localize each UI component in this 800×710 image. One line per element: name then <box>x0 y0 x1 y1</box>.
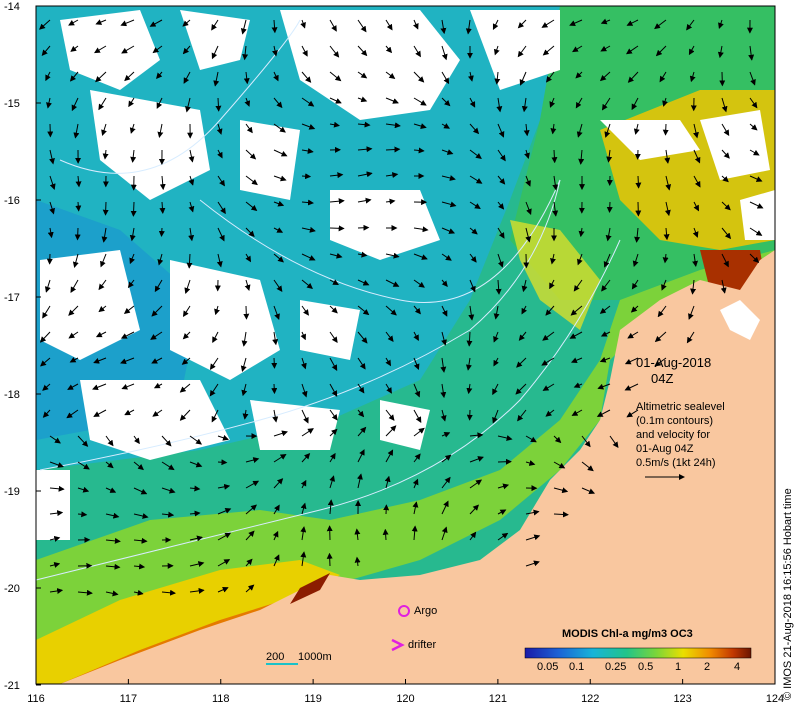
velocity-arrow <box>329 225 345 232</box>
longitude-tick-label: 117 <box>120 693 138 705</box>
velocity-arrow <box>635 175 642 189</box>
colorbar-gradient <box>524 647 752 659</box>
longitude-tick-label: 121 <box>489 693 507 705</box>
velocity-arrow <box>271 383 278 395</box>
latitude-tick-label: -18 <box>4 389 20 401</box>
altimetry-line-1: Altimetric sealevel <box>636 401 725 413</box>
credit-text: © IMOS 21-Aug-2018 16:15:56 Hobart time <box>782 488 794 700</box>
velocity-arrow <box>271 357 278 369</box>
latitude-tick-label: -15 <box>4 98 20 110</box>
colorbar-ticks: 0.05 0.1 0.25 0.5 1 2 4 <box>525 661 751 675</box>
longitude-tick-label: 122 <box>581 693 599 705</box>
longitude-tick-label: 120 <box>396 693 414 705</box>
latitude-ticks: -14 -15 -16 -17 -18 -19 -20 -21 <box>4 1 41 692</box>
velocity-arrow <box>130 201 137 217</box>
argo-label: Argo <box>414 605 438 617</box>
altimetry-line-5: 0.5m/s (1kt 24h) <box>636 457 716 469</box>
velocity-arrow <box>326 552 333 567</box>
longitude-tick-label: 119 <box>304 693 322 705</box>
longitude-tick-label: 123 <box>673 693 691 705</box>
colorbar-tick: 2 <box>704 661 711 673</box>
latitude-tick-label: -14 <box>4 1 20 13</box>
colorbar-tick: 4 <box>734 661 741 673</box>
time-label: 04Z <box>651 371 674 386</box>
velocity-arrow <box>102 201 109 216</box>
velocity-arrow <box>553 511 569 518</box>
velocity-arrow <box>551 149 558 164</box>
scale-bar-label-a: 200 <box>266 651 285 663</box>
altimetry-line-3: and velocity for <box>636 429 710 441</box>
altimetry-note: Altimetric sealevel (0.1m contours) and … <box>636 400 725 470</box>
velocity-arrow <box>75 201 82 212</box>
scale-bar-label-b: 1000m <box>298 651 332 663</box>
velocity-arrow <box>357 224 370 231</box>
latitude-tick-label: -19 <box>4 486 20 498</box>
velocity-arrow <box>382 528 389 541</box>
date-label: 01-Aug-2018 <box>636 355 712 370</box>
longitude-tick-label: 118 <box>212 693 230 705</box>
latitude-tick-label: -17 <box>4 292 20 304</box>
altimetry-line-2: (0.1m contours) <box>636 415 714 427</box>
velocity-arrow <box>662 123 669 136</box>
velocity-arrow <box>215 97 222 112</box>
altimetry-line-4: 01-Aug 04Z <box>636 443 694 455</box>
velocity-arrow <box>606 201 613 213</box>
colorbar-tick: 1 <box>675 661 682 673</box>
velocity-arrow <box>301 173 312 180</box>
colorbar-tick: 0.1 <box>569 661 585 673</box>
velocity-arrow <box>217 459 228 466</box>
velocity-arrow <box>158 227 165 237</box>
colorbar-title: MODIS Chl-a mg/m3 OC3 <box>562 628 693 640</box>
latitude-tick-label: -16 <box>4 195 20 207</box>
colorbar-tick: 0.5 <box>638 661 654 673</box>
colorbar-tick: 0.25 <box>605 661 627 673</box>
velocity-arrow <box>74 227 81 241</box>
velocity-arrow <box>243 305 250 320</box>
colorbar-tick: 0.05 <box>537 661 559 673</box>
latitude-tick-label: -20 <box>4 583 20 595</box>
latitude-tick-label: -21 <box>4 680 20 692</box>
longitude-tick-label: 116 <box>27 693 45 705</box>
drifter-label: drifter <box>408 639 437 651</box>
